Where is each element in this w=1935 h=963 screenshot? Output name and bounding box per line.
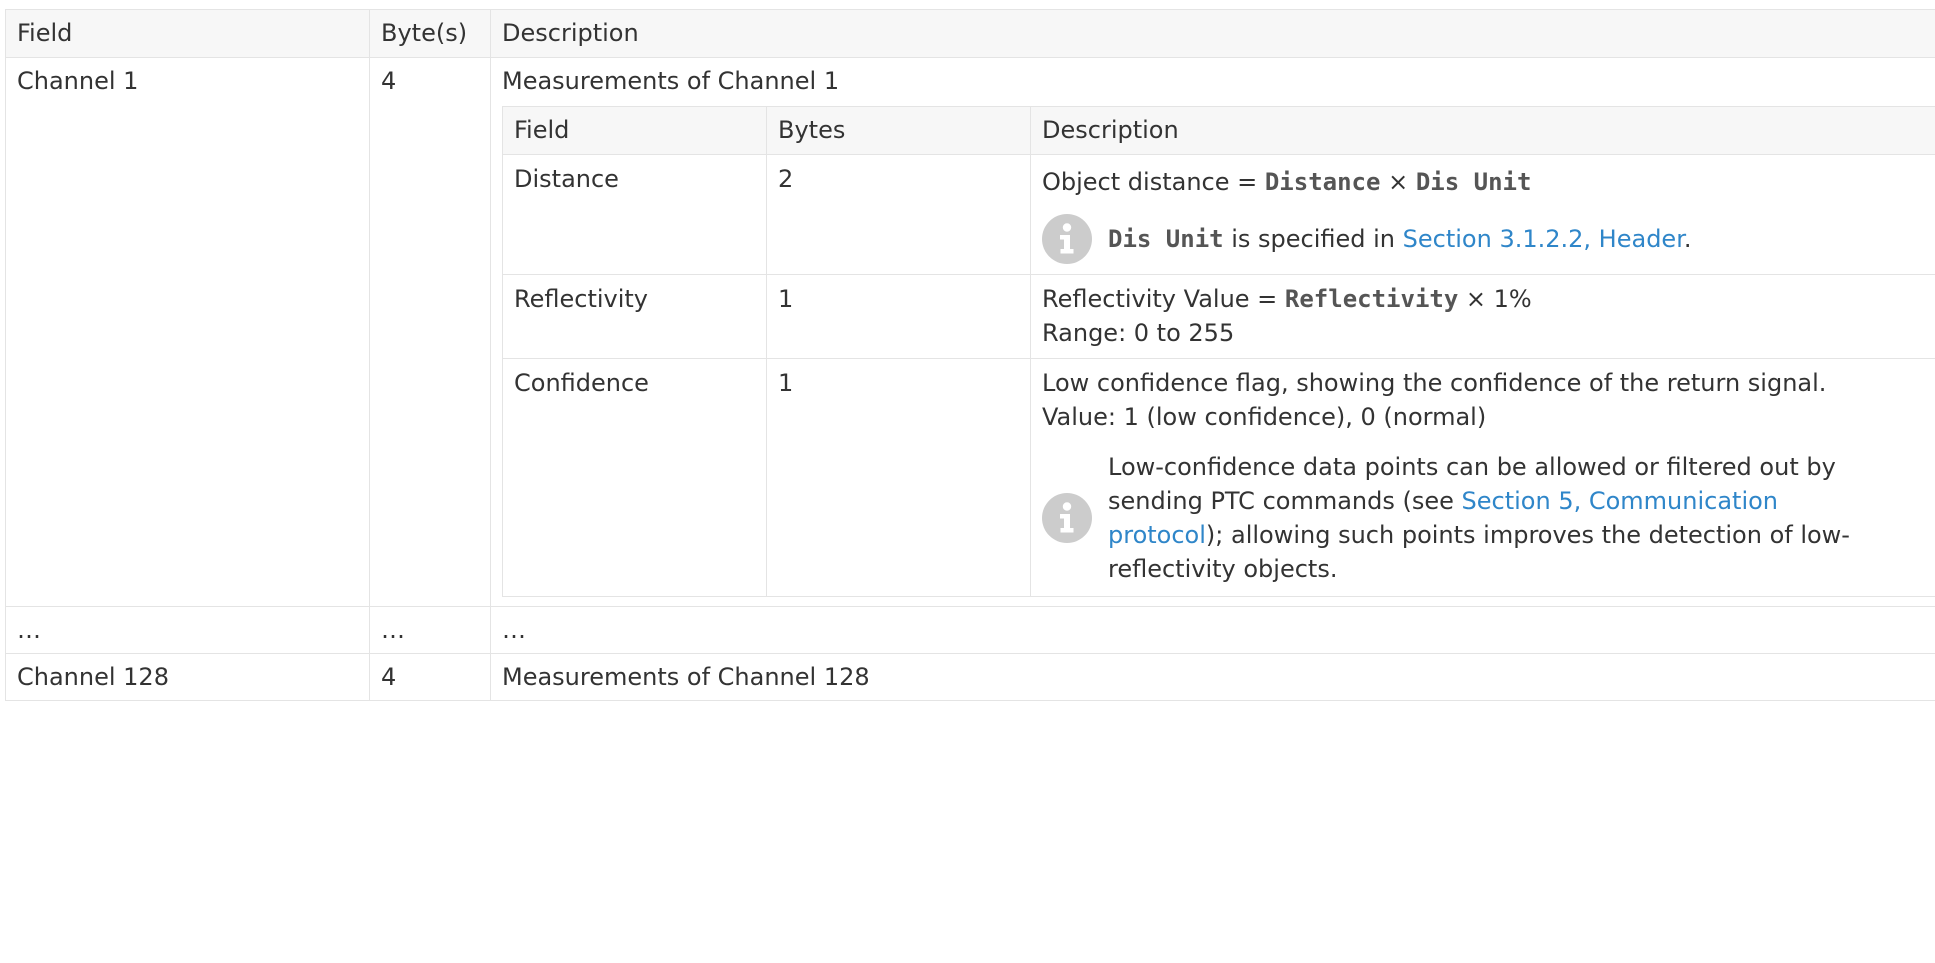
row-bytes-channel-1: 4 xyxy=(369,57,491,607)
channel-1-description-text: Measurements of Channel 1 xyxy=(502,67,840,95)
row-description-channel-128: Measurements of Channel 128 xyxy=(490,653,1935,701)
table-header-row: Field Byte(s) Description xyxy=(5,9,1935,58)
table-row: Channel 128 4 Measurements of Channel 12… xyxy=(5,653,1935,701)
subheader-description: Description xyxy=(1030,106,1935,155)
confidence-note: Low-confidence data points can be allowe… xyxy=(1042,450,1931,586)
note-dis-unit-code: Dis Unit xyxy=(1108,225,1224,253)
distance-field: Distance xyxy=(502,154,767,275)
reflectivity-code: Reflectivity xyxy=(1284,285,1459,313)
subtable-row-reflectivity: Reflectivity 1 Reflectivity Value = Refl… xyxy=(502,274,1935,359)
distance-times-sign: × xyxy=(1380,168,1416,196)
info-icon xyxy=(1042,214,1092,264)
header-description: Description xyxy=(490,9,1935,58)
subtable-row-confidence: Confidence 1 Low confidence flag, showin… xyxy=(502,358,1935,597)
confidence-value-line: Value: 1 (low confidence), 0 (normal) xyxy=(1042,403,1487,431)
header-bytes: Byte(s) xyxy=(369,9,491,58)
reflectivity-field: Reflectivity xyxy=(502,274,767,359)
row-field-channel-128: Channel 128 xyxy=(5,653,370,701)
header-field: Field xyxy=(5,9,370,58)
confidence-note-text: Low-confidence data points can be allowe… xyxy=(1108,450,1931,586)
info-icon xyxy=(1042,493,1092,543)
row-bytes-ellipsis: … xyxy=(369,606,491,654)
distance-note-text: Dis Unit is specified in Section 3.1.2.2… xyxy=(1108,222,1931,256)
confidence-desc-line: Low confidence flag, showing the confide… xyxy=(1042,369,1827,397)
reflectivity-formula-suffix: × 1% xyxy=(1458,285,1532,313)
confidence-bytes: 1 xyxy=(766,358,1031,597)
subheader-field: Field xyxy=(502,106,767,155)
channel-data-table: Field Byte(s) Description Channel 1 4 Me… xyxy=(5,9,1935,701)
reflectivity-description: Reflectivity Value = Reflectivity × 1% R… xyxy=(1030,274,1935,359)
distance-note: Dis Unit is specified in Section 3.1.2.2… xyxy=(1042,214,1931,264)
distance-formula: Object distance = Distance × Dis Unit xyxy=(1042,165,1931,199)
note-period: . xyxy=(1683,225,1692,253)
table-row: … … … xyxy=(5,606,1935,654)
document-page: Field Byte(s) Description Channel 1 4 Me… xyxy=(0,0,1935,963)
reflectivity-formula-prefix: Reflectivity Value = xyxy=(1042,285,1285,313)
distance-code: Distance xyxy=(1264,168,1381,196)
channel-measurement-subtable: Field Bytes Description Distance 2 Objec… xyxy=(502,106,1935,597)
reflectivity-formula: Reflectivity Value = Reflectivity × 1% xyxy=(1042,282,1931,316)
dis-unit-code: Dis Unit xyxy=(1415,168,1532,196)
reflectivity-bytes: 1 xyxy=(766,274,1031,359)
row-field-channel-1: Channel 1 xyxy=(5,57,370,607)
distance-formula-prefix: Object distance = xyxy=(1042,168,1265,196)
table-row: Channel 1 4 Measurements of Channel 1 Fi… xyxy=(5,57,1935,607)
row-field-ellipsis: … xyxy=(5,606,370,654)
subheader-bytes: Bytes xyxy=(766,106,1031,155)
confidence-note-after: ); allowing such points improves the det… xyxy=(1108,521,1850,583)
confidence-field: Confidence xyxy=(502,358,767,597)
header-section-link[interactable]: Section 3.1.2.2, Header xyxy=(1403,225,1684,253)
distance-description: Object distance = Distance × Dis Unit Di… xyxy=(1030,154,1935,275)
row-description-ellipsis: … xyxy=(490,606,1935,654)
distance-bytes: 2 xyxy=(766,154,1031,275)
reflectivity-range: Range: 0 to 255 xyxy=(1042,319,1235,347)
row-bytes-channel-128: 4 xyxy=(369,653,491,701)
confidence-description: Low confidence flag, showing the confide… xyxy=(1030,358,1935,597)
row-description-channel-1: Measurements of Channel 1 Field Bytes De… xyxy=(490,57,1935,607)
subtable-header-row: Field Bytes Description xyxy=(502,106,1935,155)
subtable-row-distance: Distance 2 Object distance = Distance × … xyxy=(502,154,1935,275)
note-specified-text: is specified in xyxy=(1223,225,1403,253)
